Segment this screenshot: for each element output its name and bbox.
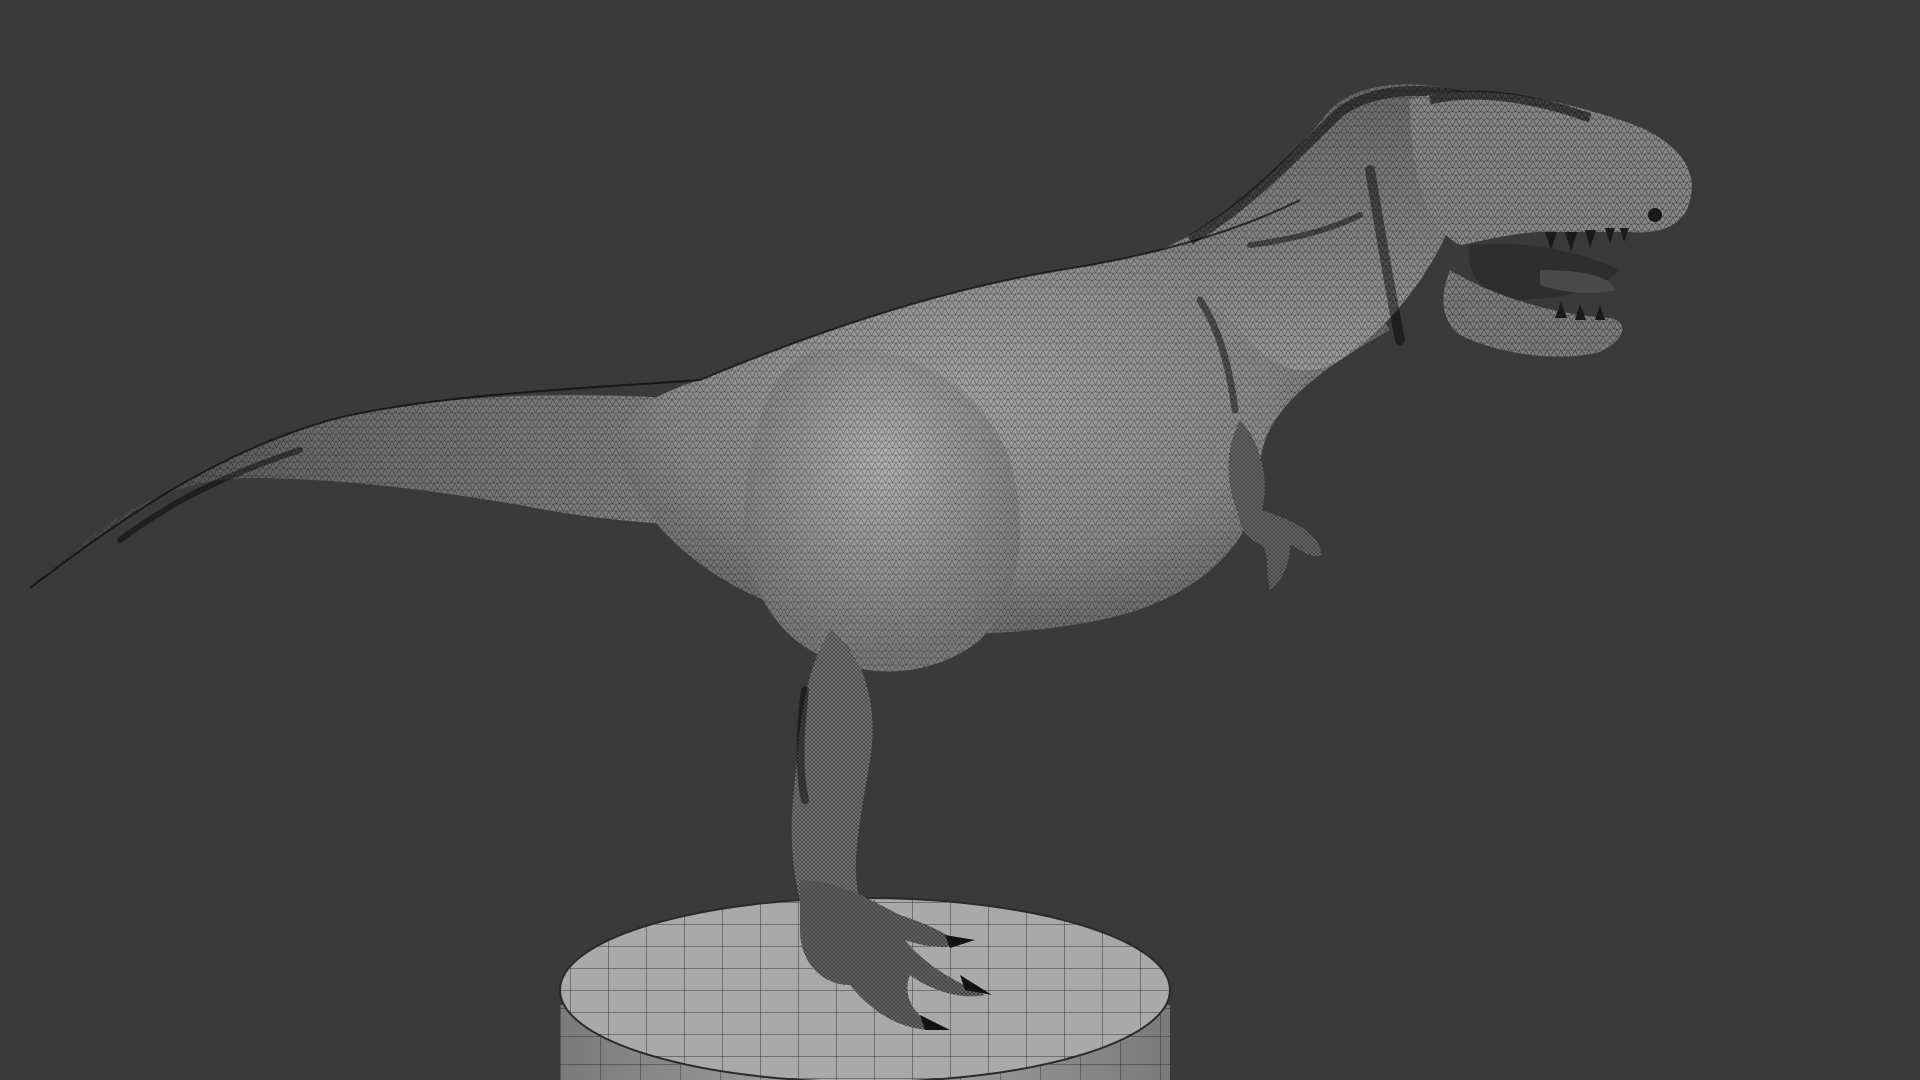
trex-eye [1648,208,1662,222]
trex-model[interactable] [29,84,1692,1031]
viewport-scene [29,84,1692,1080]
3d-viewport[interactable] [0,0,1920,1080]
